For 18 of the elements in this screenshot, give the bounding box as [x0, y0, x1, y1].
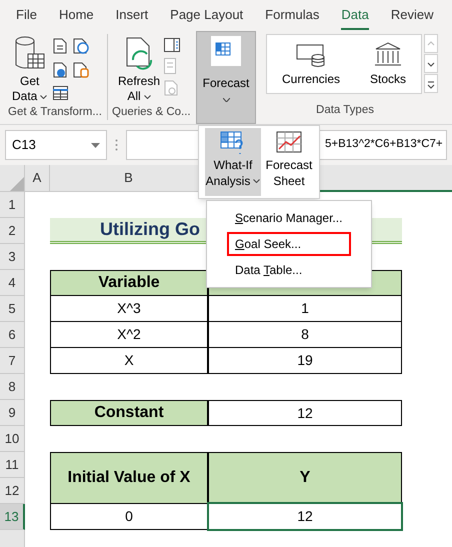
table-cell: 8 [208, 321, 402, 348]
table-cell: X^2 [50, 321, 208, 348]
group-label: Data Types [315, 103, 375, 118]
group-label: Get & Transform... [7, 105, 103, 120]
table-cell: X [50, 347, 208, 374]
header-cell: Initial Value of X [50, 452, 208, 504]
cell-reference: C13 [12, 136, 36, 154]
table-cell: 1 [208, 295, 402, 322]
group-label: Queries & Co... [112, 105, 192, 120]
table-cell: 12 [208, 503, 402, 530]
table-cell: X^3 [50, 295, 208, 322]
label-cell: Constant [50, 400, 208, 426]
header-cell: Y [208, 452, 402, 504]
table-cell: 0 [50, 503, 208, 530]
table-cell: 12 [208, 400, 402, 426]
table-cell: 19 [208, 347, 402, 374]
header-cell: Variable [50, 270, 208, 296]
formula-text: 5+B13^2*C6+B13*C7+ [325, 137, 443, 152]
